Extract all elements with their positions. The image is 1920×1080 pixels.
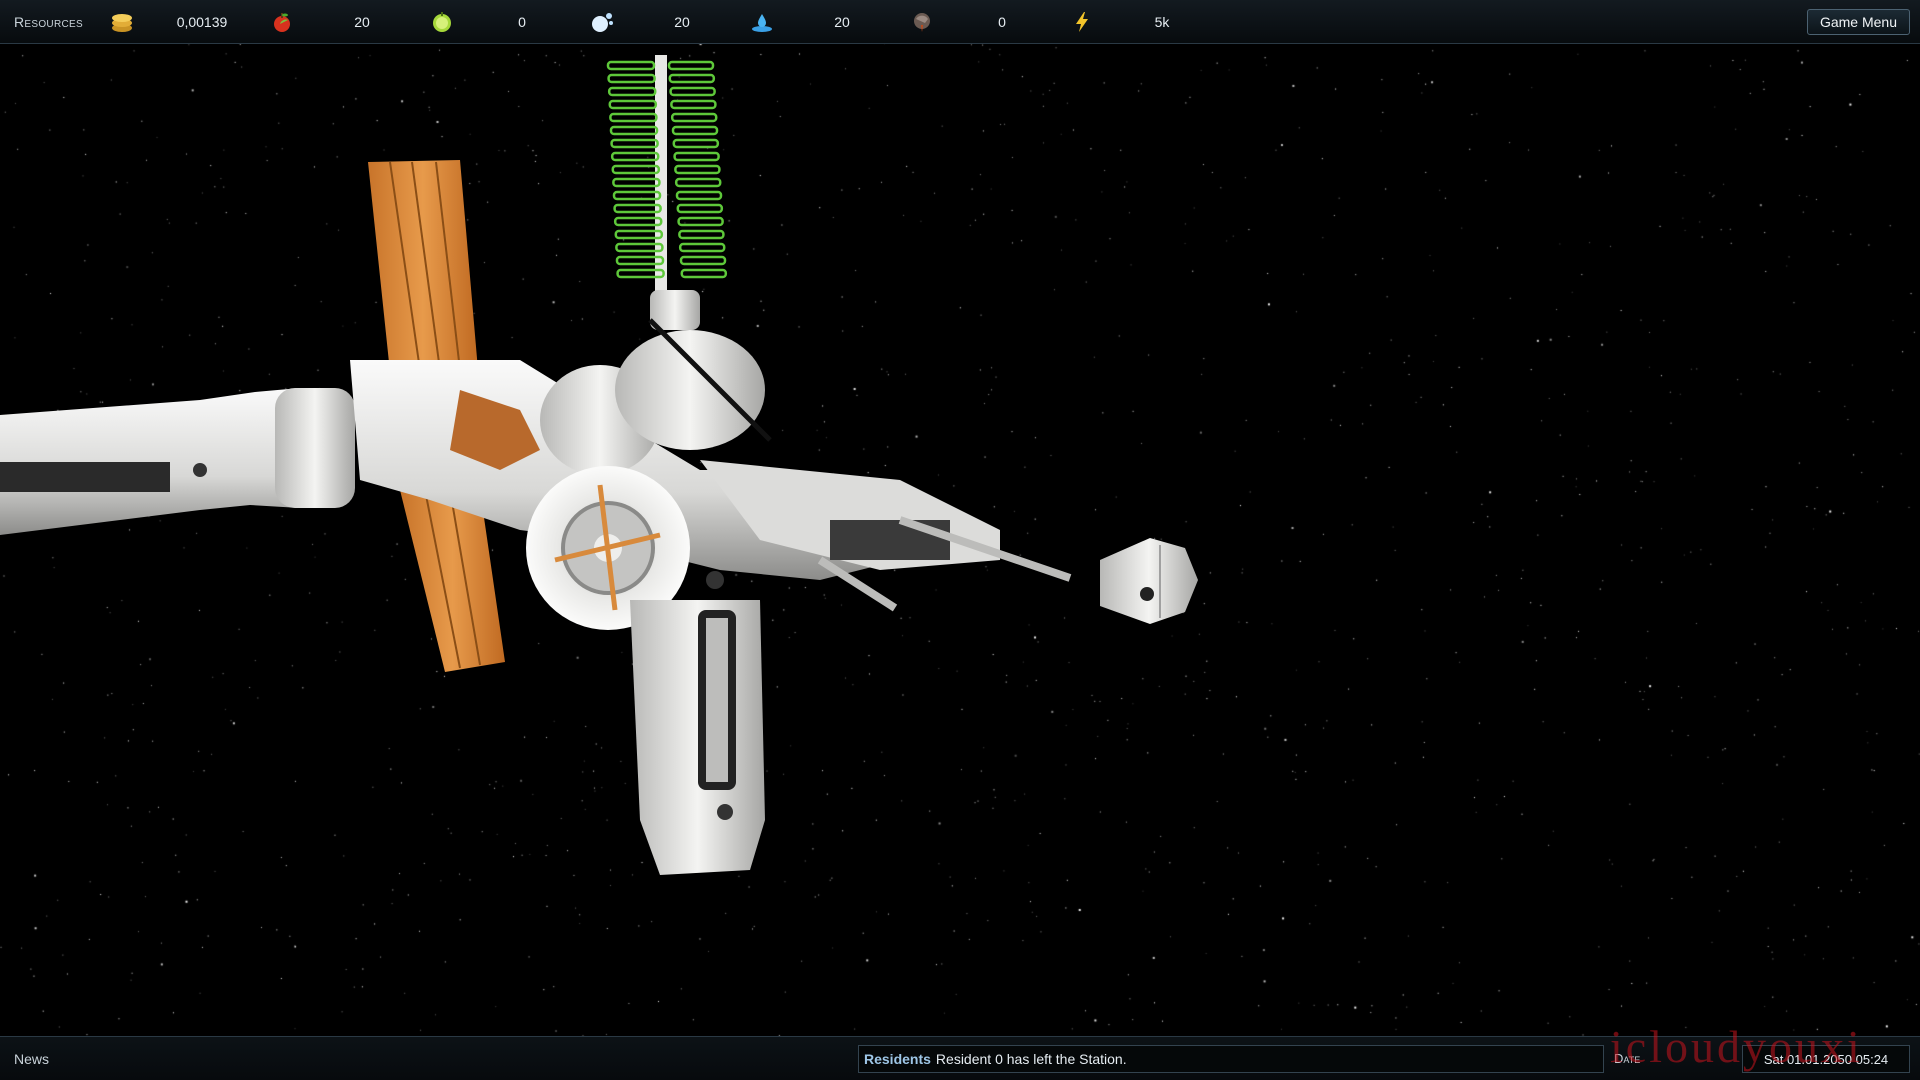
lower-habitation-module — [630, 571, 765, 875]
date-label: Date — [1614, 1051, 1641, 1066]
news-message: Resident 0 has left the Station. — [935, 1051, 1127, 1067]
news-bar: News Residents Resident 0 has left the S… — [0, 1036, 1920, 1080]
approaching-capsule — [1100, 538, 1198, 624]
coins-icon — [112, 14, 132, 32]
oxygen-resource[interactable] — [430, 10, 454, 34]
food-value: 20 — [354, 14, 370, 30]
apple-icon — [274, 13, 290, 32]
air-value: 20 — [674, 14, 690, 30]
resource-bar: Resources 0,00139 20 0 20 20 0 5k Game M… — [0, 0, 1920, 44]
news-label[interactable]: News — [14, 1051, 49, 1067]
oxygen-value: 0 — [518, 14, 526, 30]
money-value: 0,00139 — [176, 14, 228, 30]
lime-icon — [433, 12, 451, 32]
left-habitation-module — [0, 388, 355, 535]
water-drop-icon — [752, 14, 772, 32]
game-menu-button[interactable]: Game Menu — [1806, 9, 1910, 35]
energy-resource[interactable] — [1070, 10, 1094, 34]
energy-value: 5k — [1154, 14, 1170, 30]
water-value: 20 — [834, 14, 850, 30]
lightning-icon — [1076, 12, 1088, 32]
air-resource[interactable] — [590, 10, 614, 34]
waste-resource[interactable] — [910, 10, 934, 34]
waste-value: 0 — [998, 14, 1006, 30]
bubbles-icon — [592, 13, 613, 32]
money-resource[interactable] — [110, 10, 134, 34]
water-resource[interactable] — [750, 10, 774, 34]
date-display: Sat 01.01.2050 05:24 — [1742, 1045, 1910, 1073]
news-category: Residents — [864, 1051, 931, 1067]
news-ticker[interactable]: Residents Resident 0 has left the Statio… — [858, 1045, 1604, 1073]
resources-label: Resources — [14, 14, 83, 30]
food-resource[interactable] — [270, 10, 294, 34]
rock-icon — [914, 13, 930, 32]
space-station[interactable] — [0, 0, 1920, 1080]
